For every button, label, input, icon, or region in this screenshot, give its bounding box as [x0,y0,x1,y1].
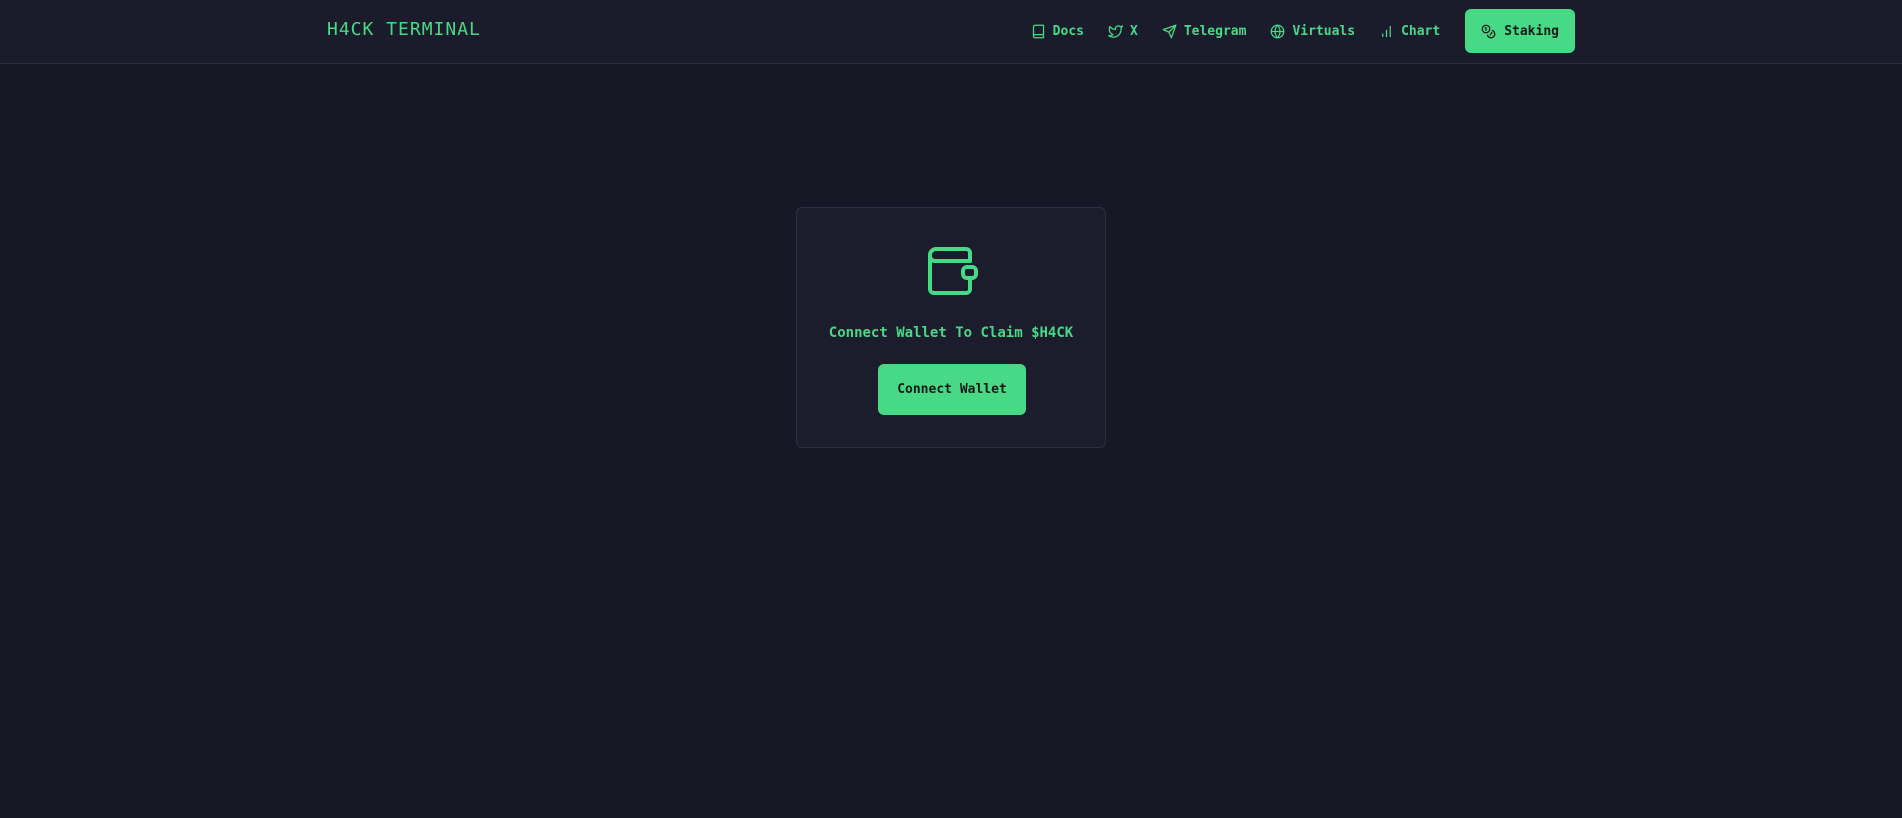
logo[interactable]: H4CK TERMINAL [327,19,481,40]
nav-link-label: Virtuals [1292,23,1356,39]
nav-link-label: Telegram [1183,23,1247,39]
nav-link-label: Chart [1401,23,1441,39]
bar-chart-icon [1382,25,1391,37]
nav-link-virtuals[interactable]: Virtuals [1270,24,1355,39]
send-icon [1162,24,1177,38]
nav-link-chart[interactable]: Chart [1379,24,1440,39]
connect-wallet-button[interactable]: Connect Wallet [878,364,1026,415]
globe-icon [1271,24,1285,38]
book-icon [1032,24,1044,38]
main-nav: Docs X Telegram Virtuals Chart Staking [1031,9,1575,53]
staking-button[interactable]: Staking [1465,9,1575,53]
top-navbar: H4CK TERMINAL Docs X Telegram Virtuals C… [0,0,1902,64]
twitter-bird-icon [1107,24,1123,38]
nav-link-x[interactable]: X [1107,23,1138,39]
staking-button-label: Staking [1504,23,1559,39]
nav-link-label: X [1129,23,1138,39]
nav-link-label: Docs [1052,23,1084,39]
claim-card: Connect Wallet To Claim $H4CK Connect Wa… [796,207,1106,448]
claim-message: Connect Wallet To Claim $H4CK [828,325,1074,341]
wallet-icon [928,247,978,295]
nav-link-telegram[interactable]: Telegram [1162,23,1247,39]
nav-link-docs[interactable]: Docs [1031,24,1084,39]
coins-icon [1481,24,1496,38]
